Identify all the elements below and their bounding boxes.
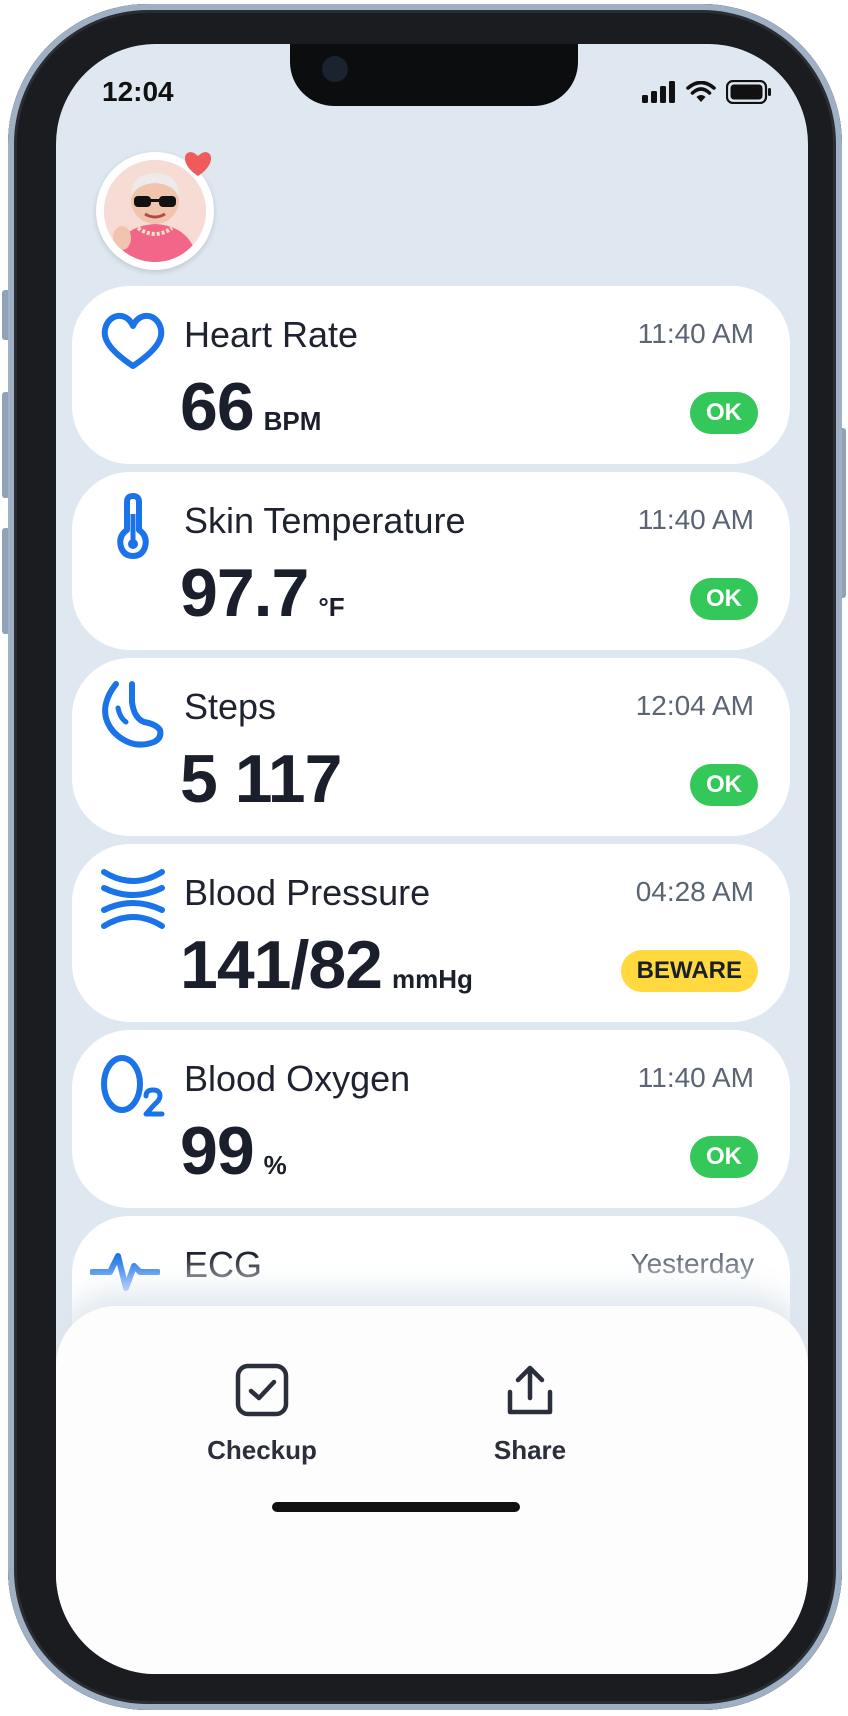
share-icon bbox=[507, 1365, 553, 1415]
status-badge: OK bbox=[690, 764, 758, 806]
skin-temperature-card[interactable]: Skin Temperature 11:40 AM 97.7 °F OK bbox=[72, 472, 790, 650]
card-title: Heart Rate bbox=[184, 314, 359, 355]
foot-icon bbox=[102, 681, 164, 748]
blood-pressure-card[interactable]: Blood Pressure 04:28 AM 141/82 mmHg BEWA… bbox=[72, 844, 790, 1022]
card-value: 97.7 bbox=[180, 555, 309, 631]
home-indicator[interactable] bbox=[272, 1502, 520, 1512]
card-time: 11:40 AM bbox=[637, 1062, 754, 1093]
status-badge: OK bbox=[690, 1136, 758, 1178]
steps-card[interactable]: Steps 12:04 AM 5 117 OK bbox=[72, 658, 790, 836]
status-badge: BEWARE bbox=[620, 950, 758, 992]
card-unit: % bbox=[263, 1150, 287, 1180]
fade-overlay bbox=[72, 1254, 790, 1314]
blood-pressure-icon bbox=[101, 869, 165, 929]
card-title: Blood Oxygen bbox=[184, 1058, 411, 1099]
status-badge: OK bbox=[690, 578, 758, 620]
checkup-button[interactable]: Checkup bbox=[172, 1362, 352, 1466]
card-unit: °F bbox=[318, 592, 345, 622]
heart-rate-card[interactable]: Heart Rate 11:40 AM 66 BPM OK bbox=[72, 286, 790, 464]
card-unit: BPM bbox=[263, 406, 322, 436]
card-title: Skin Temperature bbox=[184, 500, 466, 541]
notch bbox=[290, 44, 578, 106]
screen: 12:04 Heart Rate 11:40 AM 66 BPM OK Skin… bbox=[56, 44, 808, 1674]
card-value: 99 bbox=[180, 1113, 255, 1189]
card-title: Blood Pressure bbox=[184, 872, 431, 913]
wifi-icon bbox=[686, 81, 716, 102]
share-button[interactable]: Share bbox=[440, 1362, 620, 1466]
status-icons bbox=[642, 80, 772, 104]
thermometer-icon bbox=[117, 493, 149, 559]
card-title: Steps bbox=[184, 686, 277, 727]
status-badge: OK bbox=[690, 392, 758, 434]
heart-icon bbox=[101, 312, 165, 369]
signal-icon bbox=[642, 81, 675, 103]
phone-frame: 12:04 Heart Rate 11:40 AM 66 BPM OK Skin… bbox=[8, 4, 842, 1710]
o2-icon bbox=[101, 1055, 165, 1117]
card-value: 66 bbox=[180, 369, 255, 445]
card-unit: mmHg bbox=[391, 964, 473, 994]
card-value: 5 117 bbox=[180, 741, 342, 817]
card-time: 04:28 AM bbox=[635, 876, 754, 907]
heart-badge-icon bbox=[184, 152, 212, 176]
checkbox-icon bbox=[235, 1363, 289, 1417]
checkup-label: Checkup bbox=[207, 1435, 317, 1465]
card-time: 11:40 AM bbox=[637, 318, 754, 349]
battery-icon bbox=[726, 80, 771, 104]
blood-oxygen-card[interactable]: Blood Oxygen 11:40 AM 99 % OK bbox=[72, 1030, 790, 1208]
card-value: 141/82 bbox=[180, 927, 383, 1003]
status-time: 12:04 bbox=[102, 76, 174, 107]
card-time: 11:40 AM bbox=[637, 504, 754, 535]
share-label: Share bbox=[493, 1435, 567, 1465]
bottom-bar: Checkup Share bbox=[56, 1306, 808, 1674]
card-time: 12:04 AM bbox=[635, 690, 754, 721]
